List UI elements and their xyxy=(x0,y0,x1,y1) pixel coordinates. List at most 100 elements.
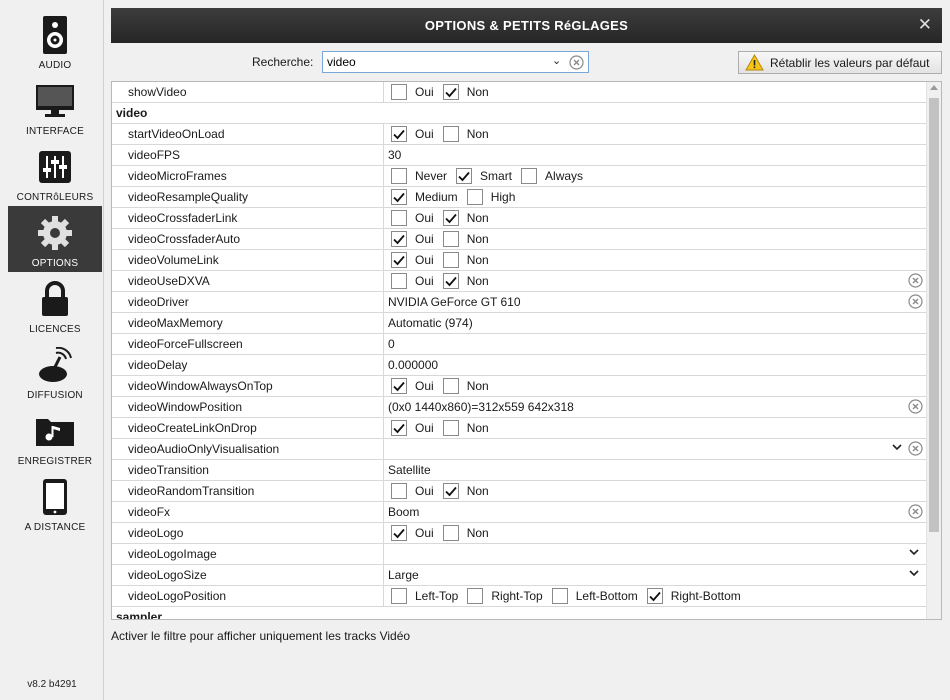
choice-label: Oui xyxy=(415,484,434,498)
option-choices: Oui Non xyxy=(391,252,498,268)
checkbox-unchecked[interactable] xyxy=(442,126,459,142)
choice[interactable]: Medium xyxy=(391,189,458,205)
checkbox-checked[interactable] xyxy=(456,168,473,184)
search-input[interactable] xyxy=(327,54,549,70)
options-grid: showVideo Oui Non video startVideoOnLoad Oui N… xyxy=(111,81,942,620)
checkbox-unchecked[interactable] xyxy=(391,588,407,604)
choice[interactable]: Non xyxy=(442,126,489,142)
monitor-icon xyxy=(8,80,102,122)
checkbox-unchecked[interactable] xyxy=(442,525,459,541)
checkbox-checked[interactable] xyxy=(391,420,407,436)
checkbox-unchecked[interactable] xyxy=(391,210,407,226)
choice[interactable]: Non xyxy=(442,84,489,100)
choice[interactable]: Oui xyxy=(391,525,434,541)
sidebar-item-diffusion[interactable]: DIFFUSION xyxy=(8,338,102,404)
chevron-down-icon[interactable] xyxy=(909,547,919,559)
sidebar-item-audio[interactable]: AUDIO xyxy=(8,8,102,74)
option-value-cell[interactable]: 0.000000 xyxy=(383,355,926,375)
option-value-cell[interactable] xyxy=(383,544,926,564)
choice[interactable]: Left-Bottom xyxy=(551,588,638,604)
option-value-cell[interactable] xyxy=(383,439,926,459)
checkbox-checked[interactable] xyxy=(442,84,459,100)
choice[interactable]: Oui xyxy=(391,420,434,436)
checkbox-checked[interactable] xyxy=(442,210,459,226)
option-name: videoTransition xyxy=(128,463,209,477)
choice[interactable]: Non xyxy=(442,525,489,541)
sidebar-item-options[interactable]: OPTIONS xyxy=(8,206,102,272)
choice[interactable]: Oui xyxy=(391,252,434,268)
choice[interactable]: Never xyxy=(391,168,447,184)
choice[interactable]: Non xyxy=(442,273,489,289)
choice[interactable]: Left-Top xyxy=(391,588,458,604)
option-name: videoCrossfaderAuto xyxy=(128,232,241,246)
choice[interactable]: Oui xyxy=(391,126,434,142)
option-choices: Oui Non xyxy=(391,126,498,142)
checkbox-unchecked[interactable] xyxy=(466,189,483,205)
sidebar-item-interface[interactable]: INTERFACE xyxy=(8,74,102,140)
choice[interactable]: Non xyxy=(442,252,489,268)
choice[interactable]: Oui xyxy=(391,84,434,100)
checkbox-unchecked[interactable] xyxy=(442,420,459,436)
checkbox-unchecked[interactable] xyxy=(442,231,459,247)
chevron-down-icon[interactable] xyxy=(909,568,919,580)
reset-value-icon[interactable] xyxy=(908,294,923,312)
choice[interactable]: High xyxy=(466,189,515,205)
chevron-down-icon[interactable]: ⌄ xyxy=(552,54,561,67)
choice[interactable]: Non xyxy=(442,483,489,499)
checkbox-checked[interactable] xyxy=(646,588,663,604)
sidebar-item-controleurs[interactable]: CONTRôLEURS xyxy=(8,140,102,206)
checkbox-unchecked[interactable] xyxy=(391,84,407,100)
option-value-cell[interactable]: (0x0 1440x860)=312x559 642x318 xyxy=(383,397,926,417)
option-value-cell[interactable]: 0 xyxy=(383,334,926,354)
sidebar-item-a-distance[interactable]: A DISTANCE xyxy=(8,470,102,536)
choice[interactable]: Oui xyxy=(391,231,434,247)
choice[interactable]: Always xyxy=(521,168,583,184)
reset-value-icon[interactable] xyxy=(908,504,923,522)
sidebar-item-licences[interactable]: LICENCES xyxy=(8,272,102,338)
checkbox-unchecked[interactable] xyxy=(391,483,407,499)
scroll-thumb[interactable] xyxy=(929,98,939,532)
option-value-cell[interactable]: Boom xyxy=(383,502,926,522)
option-value-cell[interactable]: NVIDIA GeForce GT 610 xyxy=(383,292,926,312)
chevron-down-icon[interactable] xyxy=(892,442,902,454)
checkbox-unchecked[interactable] xyxy=(442,252,459,268)
choice[interactable]: Oui xyxy=(391,273,434,289)
checkbox-unchecked[interactable] xyxy=(521,168,538,184)
choice[interactable]: Non xyxy=(442,231,489,247)
reset-value-icon[interactable] xyxy=(908,399,923,417)
option-value-cell[interactable]: Large xyxy=(383,565,926,585)
option-value-cell[interactable]: Automatic (974) xyxy=(383,313,926,333)
reset-defaults-button[interactable]: Rétablir les valeurs par défaut xyxy=(738,51,942,74)
choice[interactable]: Oui xyxy=(391,483,434,499)
checkbox-checked[interactable] xyxy=(391,189,407,205)
option-value-cell[interactable]: 30 xyxy=(383,145,926,165)
choice[interactable]: Oui xyxy=(391,378,434,394)
checkbox-checked[interactable] xyxy=(391,252,407,268)
choice[interactable]: Non xyxy=(442,210,489,226)
checkbox-unchecked[interactable] xyxy=(442,378,459,394)
reset-value-icon[interactable] xyxy=(908,441,923,459)
clear-search-icon[interactable] xyxy=(569,55,584,73)
option-value-cell[interactable]: Satellite xyxy=(383,460,926,480)
checkbox-unchecked[interactable] xyxy=(551,588,568,604)
checkbox-unchecked[interactable] xyxy=(391,273,407,289)
choice[interactable]: Right-Bottom xyxy=(646,588,741,604)
reset-value-icon[interactable] xyxy=(908,273,923,291)
close-icon[interactable]: ✕ xyxy=(918,15,932,35)
checkbox-checked[interactable] xyxy=(391,231,407,247)
checkbox-checked[interactable] xyxy=(391,378,407,394)
sidebar-item-enregistrer[interactable]: ENREGISTRER xyxy=(8,404,102,470)
scroll-up-arrow[interactable] xyxy=(930,85,938,90)
choice[interactable]: Non xyxy=(442,420,489,436)
checkbox-checked[interactable] xyxy=(442,483,459,499)
checkbox-checked[interactable] xyxy=(442,273,459,289)
choice[interactable]: Right-Top xyxy=(467,588,543,604)
checkbox-unchecked[interactable] xyxy=(467,588,484,604)
choice[interactable]: Oui xyxy=(391,210,434,226)
vertical-scrollbar[interactable] xyxy=(926,82,941,619)
choice[interactable]: Smart xyxy=(456,168,512,184)
checkbox-unchecked[interactable] xyxy=(391,168,407,184)
choice[interactable]: Non xyxy=(442,378,489,394)
checkbox-checked[interactable] xyxy=(391,126,407,142)
checkbox-checked[interactable] xyxy=(391,525,407,541)
